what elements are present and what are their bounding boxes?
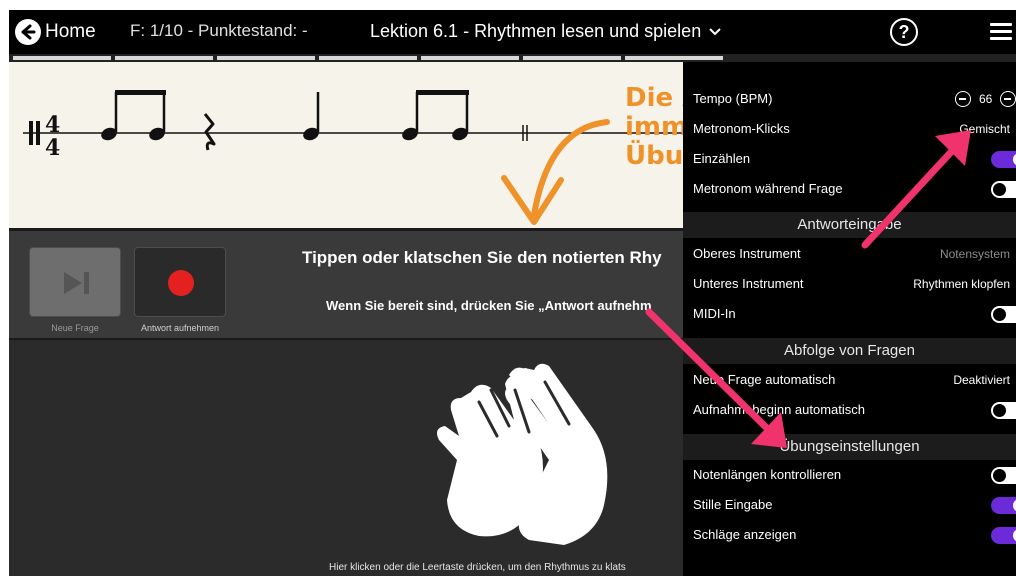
progress-segment (13, 56, 111, 60)
check-lengths-label: Notenlängen kontrollieren (693, 467, 842, 482)
section-exercise-settings: Übungseinstellungen (683, 434, 1016, 460)
record-auto-toggle[interactable] (991, 402, 1016, 419)
section-answer-input: Antworteingabe (683, 212, 1016, 238)
silent-input-toggle[interactable] (991, 497, 1016, 514)
plus-icon[interactable] (1000, 91, 1016, 107)
instruction-text: Tippen oder klatschen Sie den notierten … (302, 248, 662, 267)
metronome-clicks-value: Gemischt (959, 122, 1010, 136)
setting-tempo: Tempo (BPM) 66 (683, 84, 1016, 114)
next-question-button[interactable] (29, 247, 121, 317)
setting-show-beats: Schläge anzeigen (683, 520, 1016, 550)
setting-upper-instrument[interactable]: Oberes Instrument Notensystem (683, 239, 1016, 269)
top-bar: Home F: 1/10 - Punktestand: - Lektion 6.… (9, 10, 1016, 54)
help-icon[interactable]: ? (890, 18, 918, 46)
progress-segment (523, 56, 621, 60)
progress-segment (421, 56, 519, 60)
progress-segment (625, 56, 723, 60)
midi-in-label: MIDI-In (693, 306, 736, 321)
next-question-caption: Neue Frage (51, 323, 99, 333)
setting-new-question-auto[interactable]: Neue Frage automatisch Deaktiviert (683, 365, 1016, 395)
time-signature-bottom: 4 (45, 135, 60, 161)
chevron-down-icon (709, 27, 721, 35)
skip-forward-icon (64, 272, 89, 294)
setting-silent-input: Stille Eingabe (683, 490, 1016, 520)
silent-input-label: Stille Eingabe (693, 497, 773, 512)
count-in-label: Einzählen (693, 151, 751, 166)
progress-segment (319, 56, 417, 60)
lower-instrument-value: Rhythmen klopfen (913, 277, 1010, 291)
new-question-auto-value: Deaktiviert (953, 373, 1010, 387)
setting-check-lengths: Notenlängen kontrollieren (683, 460, 1016, 490)
record-auto-label: Aufnahmebeginn automatisch (693, 402, 866, 417)
score-area: 4 4 Die A imme Übun (9, 62, 706, 228)
setting-midi-in: MIDI-In (683, 299, 1016, 329)
instruction-subtext: Wenn Sie bereit sind, drücken Sie „Antwo… (326, 298, 652, 313)
minus-icon[interactable] (955, 91, 971, 107)
rhythm-notation: 4 4 (23, 90, 689, 161)
home-label: Home (45, 21, 96, 42)
record-answer-caption: Antwort aufnehmen (140, 323, 220, 333)
setting-record-auto: Aufnahmebeginn automatisch (683, 395, 1016, 425)
controls-band: Neue Frage Antwort aufnehmen Tippen oder… (9, 228, 689, 338)
count-in-toggle[interactable] (991, 151, 1016, 168)
metronome-clicks-label: Metronom-Klicks (693, 121, 790, 136)
menu-icon[interactable] (990, 23, 1012, 41)
record-icon (168, 270, 194, 296)
lower-instrument-label: Unteres Instrument (693, 276, 804, 291)
check-lengths-toggle[interactable] (991, 467, 1016, 484)
clap-input-area[interactable]: Hier klicken oder die Leertaste drücken,… (9, 338, 689, 576)
clapping-hands-icon (437, 363, 608, 545)
tempo-stepper[interactable]: 66 (955, 91, 1016, 107)
home-button[interactable]: Home (15, 19, 96, 45)
back-arrow-icon (15, 19, 41, 45)
settings-panel: Tempo (BPM) 66 Metronom-Klicks Gemischt … (683, 62, 1016, 576)
progress-segment (217, 56, 315, 60)
show-beats-label: Schläge anzeigen (693, 527, 797, 542)
record-answer-button[interactable] (134, 247, 226, 317)
tempo-value: 66 (979, 92, 993, 106)
question-progress (9, 54, 1016, 62)
show-beats-toggle[interactable] (991, 527, 1016, 544)
metronome-during-toggle[interactable] (991, 181, 1016, 198)
metronome-during-label: Metronom während Frage (693, 181, 843, 196)
upper-instrument-label: Oberes Instrument (693, 246, 801, 261)
new-question-auto-label: Neue Frage automatisch (693, 372, 836, 387)
setting-metronome-during: Metronom während Frage (683, 174, 1016, 204)
setting-lower-instrument[interactable]: Unteres Instrument Rhythmen klopfen (683, 269, 1016, 299)
question-status: F: 1/10 - Punktestand: - (130, 21, 308, 40)
setting-metronome-clicks[interactable]: Metronom-Klicks Gemischt (683, 114, 1016, 144)
lesson-title: Lektion 6.1 - Rhythmen lesen und spielen (370, 21, 702, 41)
midi-in-toggle[interactable] (991, 306, 1016, 323)
setting-count-in: Einzählen (683, 144, 1016, 174)
upper-instrument-value: Notensystem (939, 247, 1010, 261)
progress-segment (115, 56, 213, 60)
lesson-title-dropdown[interactable]: Lektion 6.1 - Rhythmen lesen und spielen (370, 21, 721, 42)
tempo-label: Tempo (BPM) (693, 91, 773, 106)
section-question-sequence: Abfolge von Fragen (683, 338, 1016, 364)
clap-hint-text: Hier klicken oder die Leertaste drücken,… (329, 562, 626, 573)
app-window: Home F: 1/10 - Punktestand: - Lektion 6.… (9, 10, 1016, 576)
